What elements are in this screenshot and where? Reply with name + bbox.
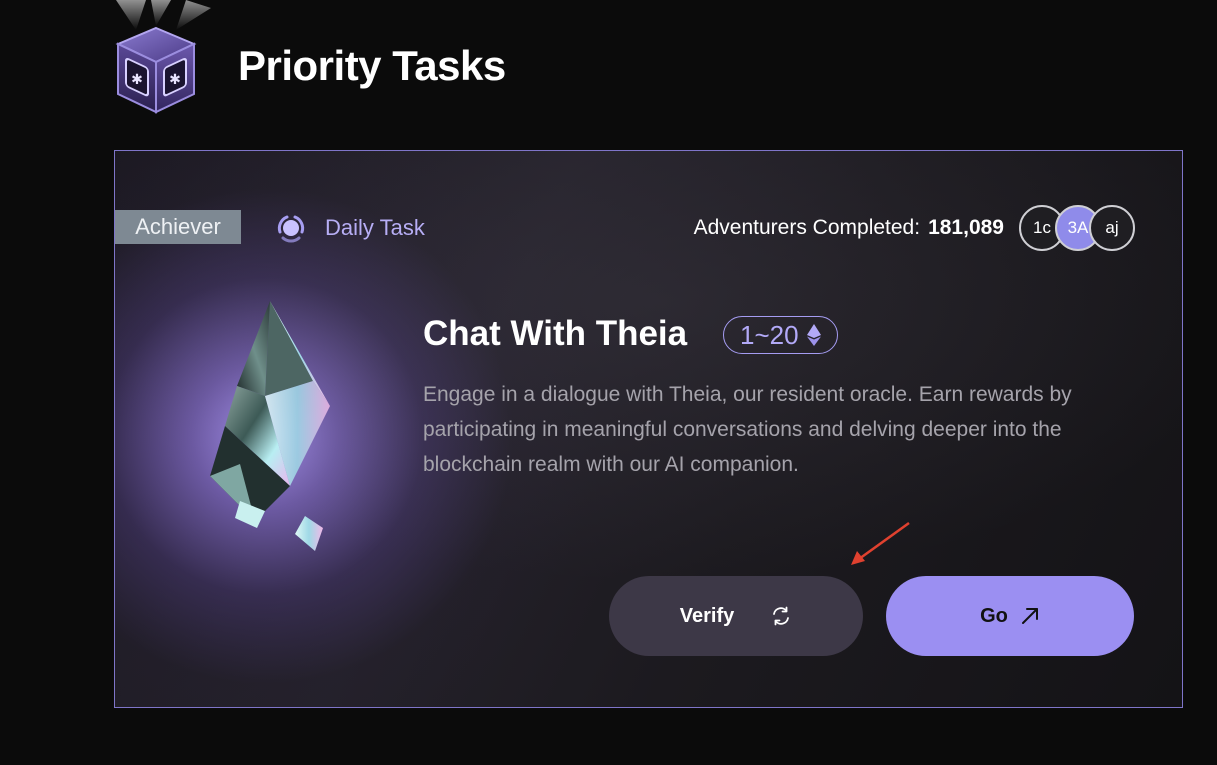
page-title: Priority Tasks (238, 42, 506, 89)
annotation-arrow (851, 521, 910, 565)
page: ✱ ✱ Priority Tasks Achiever Daily Task A… (0, 0, 1217, 765)
task-title: Chat With Theia (423, 314, 688, 353)
task-category-label: Daily Task (325, 215, 425, 240)
adventurers-count: 181,089 (928, 216, 1004, 239)
refresh-icon (773, 606, 790, 626)
reward-range: 1~20 (740, 319, 799, 350)
svg-text:✱: ✱ (169, 72, 181, 88)
adventurers-label: Adventurers Completed: (693, 216, 921, 239)
cube-emblem-icon: ✱ ✱ (115, 0, 211, 114)
go-button[interactable]: Go (886, 576, 1134, 656)
task-description: Engage in a dialogue with Theia, our res… (423, 383, 1072, 476)
verify-button[interactable]: Verify (609, 576, 863, 656)
spinner-ring-icon (277, 215, 305, 243)
verify-label: Verify (679, 604, 735, 627)
avatar-stack: 1c 3A aj (1019, 205, 1139, 251)
crystal-illustration (210, 301, 330, 551)
go-label: Go (980, 604, 1008, 627)
task-category: Daily Task (275, 211, 425, 245)
eth-icon (806, 324, 821, 346)
avatar: aj (1089, 205, 1135, 251)
adventurers-completed: Adventurers Completed: 181,089 (694, 211, 1004, 245)
achiever-badge: Achiever (115, 210, 241, 244)
task-card: Achiever Daily Task Adventurers Complete… (114, 150, 1183, 708)
svg-text:✱: ✱ (131, 72, 143, 88)
reward-pill: 1~20 (723, 316, 838, 354)
arrow-up-right-icon (1021, 608, 1038, 624)
